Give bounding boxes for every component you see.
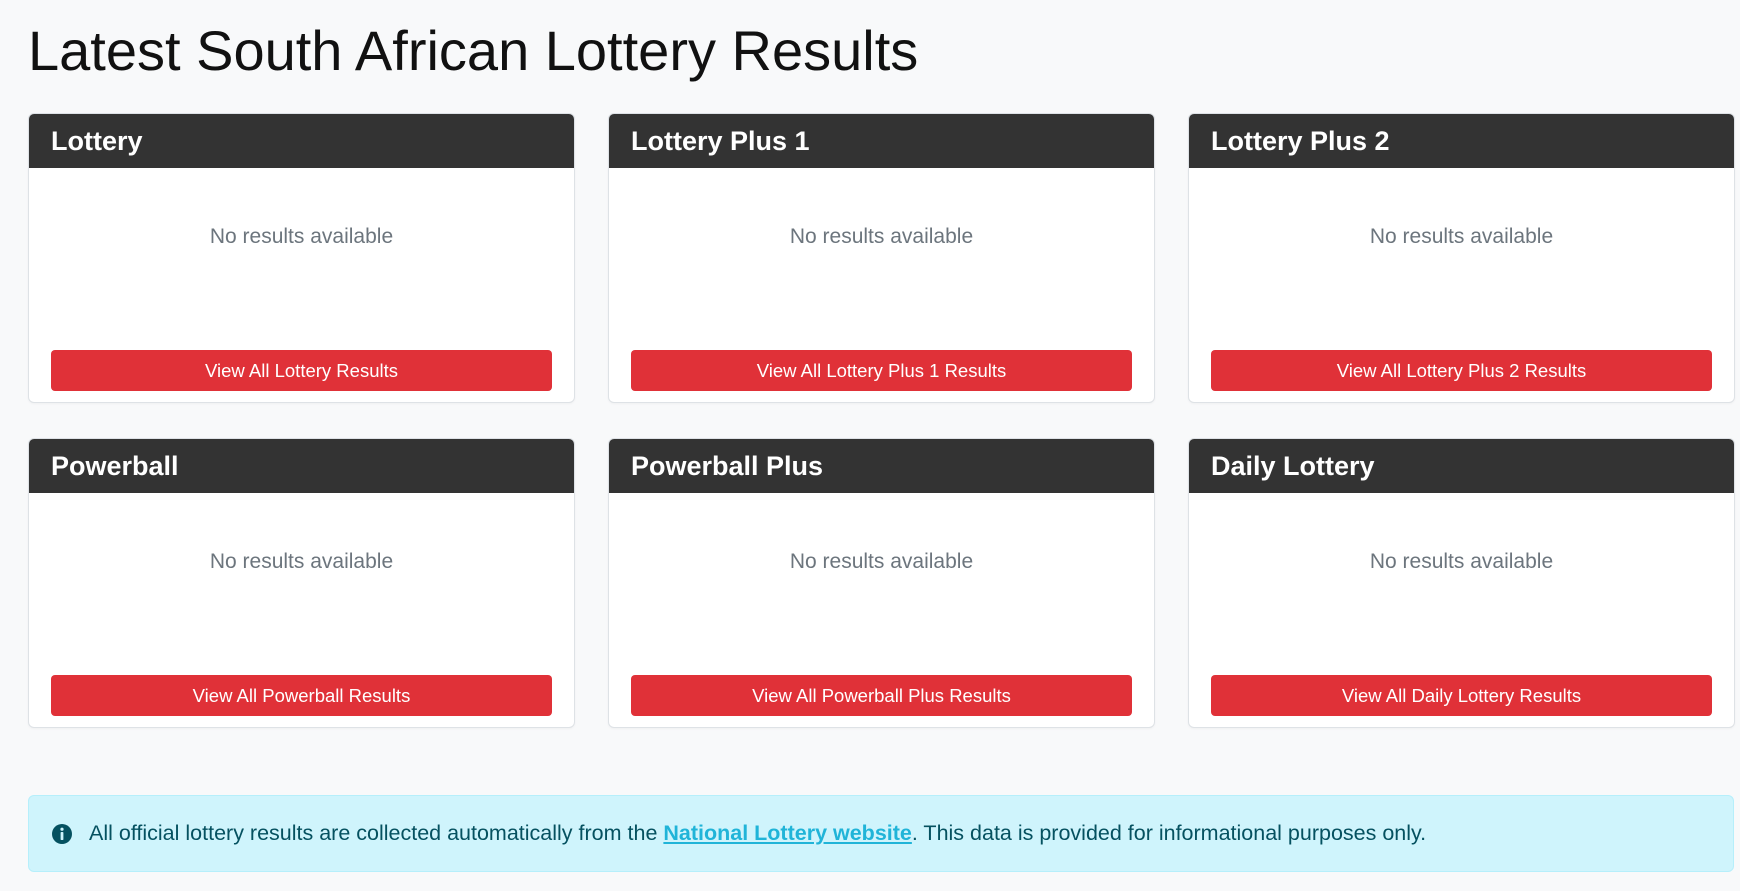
info-text-after: . This data is provided for informationa…: [911, 821, 1427, 845]
results-card-lottery-plus-2: Lottery Plus 2 No results available View…: [1188, 113, 1735, 403]
card-header: Lottery: [29, 114, 574, 168]
view-all-powerball-plus-results-button[interactable]: View All Powerball Plus Results: [631, 675, 1132, 716]
card-body: No results available View All Lottery Re…: [29, 168, 574, 402]
card-header: Lottery Plus 1: [609, 114, 1154, 168]
card-body: No results available View All Daily Lott…: [1189, 493, 1734, 727]
results-card-powerball-plus: Powerball Plus No results available View…: [608, 438, 1155, 728]
view-all-lottery-results-button[interactable]: View All Lottery Results: [51, 350, 552, 391]
card-title: Powerball Plus: [631, 450, 824, 481]
card-body: No results available View All Lottery Pl…: [1189, 168, 1734, 402]
no-results-message: No results available: [789, 225, 974, 248]
card-body: No results available View All Powerball …: [29, 493, 574, 727]
card-body: No results available View All Lottery Pl…: [609, 168, 1154, 402]
page: Latest South African Lottery Results Lot…: [0, 0, 1740, 891]
view-all-daily-lottery-results-button[interactable]: View All Daily Lottery Results: [1211, 675, 1712, 716]
no-results-message: No results available: [1369, 550, 1554, 573]
results-card-powerball: Powerball No results available View All …: [28, 438, 575, 728]
results-card-lottery-plus-1: Lottery Plus 1 No results available View…: [608, 113, 1155, 403]
card-header: Daily Lottery: [1189, 439, 1734, 493]
card-title: Lottery: [51, 125, 143, 156]
card-title: Lottery Plus 2: [1211, 125, 1390, 156]
card-title: Powerball: [51, 450, 179, 481]
info-message: All official lottery results are collect…: [89, 821, 1426, 846]
card-header: Lottery Plus 2: [1189, 114, 1734, 168]
info-circle-icon: [51, 823, 73, 845]
no-results-message: No results available: [209, 225, 394, 248]
card-header: Powerball: [29, 439, 574, 493]
no-results-message: No results available: [1369, 225, 1554, 248]
card-title: Lottery Plus 1: [631, 125, 810, 156]
card-body: No results available View All Powerball …: [609, 493, 1154, 727]
card-title: Daily Lottery: [1211, 450, 1375, 481]
results-card-lottery: Lottery No results available View All Lo…: [28, 113, 575, 403]
view-all-lottery-plus-1-results-button[interactable]: View All Lottery Plus 1 Results: [631, 350, 1132, 391]
info-alert: All official lottery results are collect…: [28, 795, 1734, 872]
results-grid: Lottery No results available View All Lo…: [28, 113, 1740, 728]
card-header: Powerball Plus: [609, 439, 1154, 493]
no-results-message: No results available: [209, 550, 394, 573]
info-text-before: All official lottery results are collect…: [89, 821, 664, 845]
view-all-lottery-plus-2-results-button[interactable]: View All Lottery Plus 2 Results: [1211, 350, 1712, 391]
view-all-powerball-results-button[interactable]: View All Powerball Results: [51, 675, 552, 716]
no-results-message: No results available: [789, 550, 974, 573]
national-lottery-website-link[interactable]: National Lottery website: [663, 821, 912, 845]
results-card-daily-lottery: Daily Lottery No results available View …: [1188, 438, 1735, 728]
page-title: Latest South African Lottery Results: [28, 19, 919, 82]
